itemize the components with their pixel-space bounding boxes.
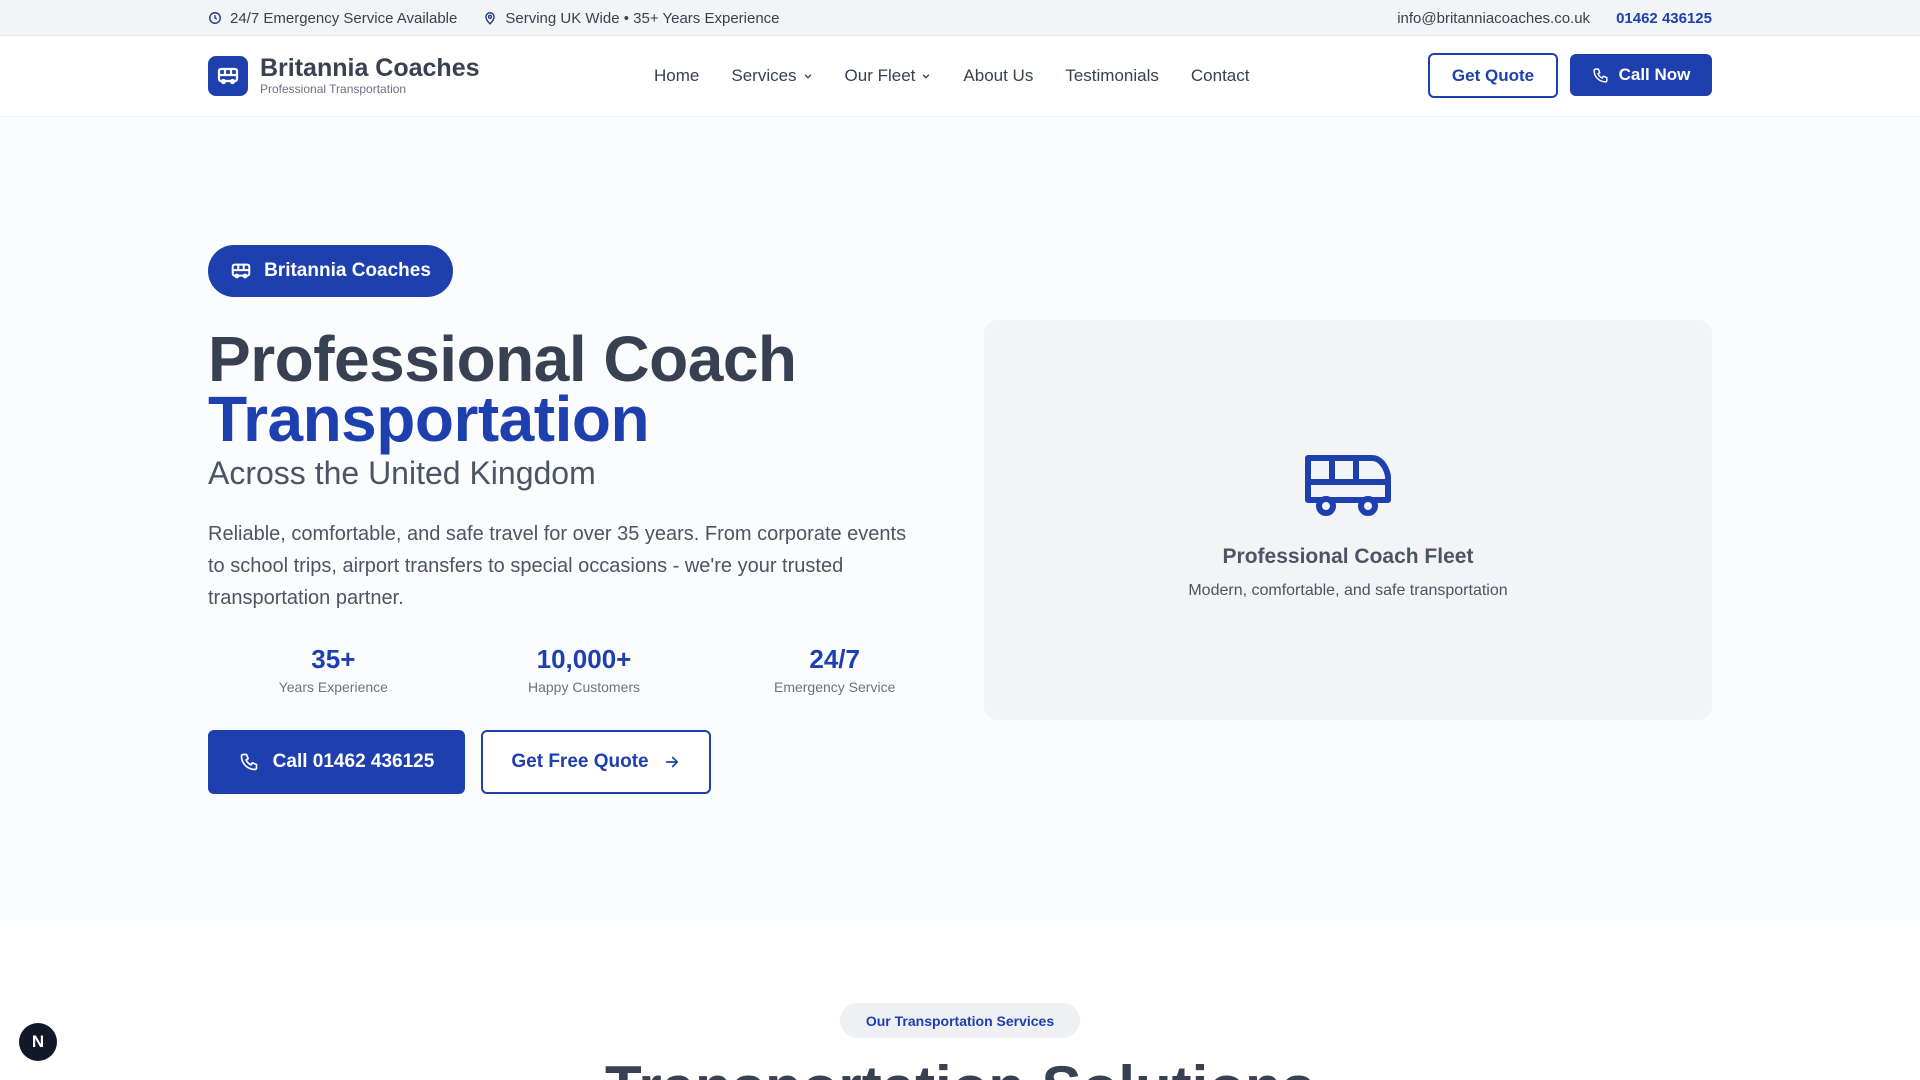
- stat-value: 10,000+: [536, 644, 632, 674]
- bus-icon: [231, 263, 251, 279]
- nav-fleet[interactable]: Our Fleet: [845, 66, 932, 86]
- services-section-pill: Our Transportation Services: [840, 1003, 1080, 1038]
- stat-label: Emergency Service: [773, 679, 896, 695]
- call-phone-button[interactable]: Call 01462 436125: [208, 730, 465, 794]
- stat-value: 35+: [311, 644, 356, 674]
- stat-value: 24/7: [809, 644, 860, 674]
- fleet-card-title: Professional Coach Fleet: [1222, 545, 1474, 568]
- nav-contact-label: Contact: [1190, 66, 1250, 85]
- nav-services-label: Services: [731, 66, 797, 85]
- nav-home[interactable]: Home: [654, 66, 699, 86]
- main-nav: Home Services Our Fleet About Us Testimo…: [654, 36, 1249, 116]
- get-quote-label: Get Quote: [1451, 65, 1535, 85]
- stat-item: 10,000+ Happy Customers: [459, 644, 710, 695]
- hero-description: Reliable, comfortable, and safe travel f…: [208, 523, 907, 609]
- call-phone-label: Call 01462 436125: [272, 751, 435, 772]
- emergency-text: 24/7 Emergency Service Available: [230, 9, 458, 27]
- nav-testimonials[interactable]: Testimonials: [1065, 66, 1159, 86]
- nav-services[interactable]: Services: [731, 66, 812, 86]
- call-now-button[interactable]: Call Now: [1570, 54, 1712, 96]
- site-header: Britannia Coaches Professional Transport…: [0, 36, 1920, 117]
- stat-item: 24/7 Emergency Service: [709, 644, 960, 695]
- hero-section: Britannia Coaches Professional Coach Tra…: [0, 117, 1920, 920]
- map-pin-icon: [485, 12, 496, 25]
- brand-tagline: Professional Transportation: [260, 82, 407, 96]
- stat-item: 35+ Years Experience: [208, 644, 459, 695]
- phone-icon: [240, 753, 258, 771]
- nav-contact[interactable]: Contact: [1191, 66, 1250, 86]
- nav-home-label: Home: [654, 66, 700, 85]
- hero-badge: Britannia Coaches: [208, 245, 453, 297]
- hero-subtitle: Across the United Kingdom: [208, 455, 596, 491]
- hero-badge-label: Britannia Coaches: [264, 260, 431, 281]
- bus-icon: [208, 56, 248, 96]
- stat-label: Happy Customers: [527, 679, 641, 695]
- emergency-notice: 24/7 Emergency Service Available: [208, 10, 457, 27]
- fleet-card-subtitle: Modern, comfortable, and safe transporta…: [1188, 582, 1508, 599]
- get-quote-button[interactable]: Get Quote: [1428, 53, 1558, 98]
- brand-logo-link[interactable]: Britannia Coaches Professional Transport…: [208, 55, 480, 97]
- coverage-text: Serving UK Wide • 35+ Years Experience: [505, 9, 780, 27]
- chevron-down-icon: [923, 74, 930, 79]
- nav-fleet-label: Our Fleet: [844, 66, 916, 85]
- phone-link[interactable]: 01462 436125: [1616, 10, 1712, 27]
- get-free-quote-button[interactable]: Get Free Quote: [481, 730, 711, 794]
- nav-about-label: About Us: [963, 66, 1034, 85]
- nav-about[interactable]: About Us: [963, 66, 1033, 86]
- hero-title-highlight: Transportation: [208, 383, 650, 455]
- nav-testimonials-label: Testimonials: [1065, 66, 1159, 85]
- dev-tools-badge[interactable]: N: [19, 1023, 57, 1061]
- top-info-bar: 24/7 Emergency Service Available Serving…: [0, 0, 1920, 36]
- chevron-down-icon: [804, 74, 811, 79]
- get-free-quote-label: Get Free Quote: [511, 751, 649, 772]
- coverage-notice: Serving UK Wide • 35+ Years Experience: [483, 9, 780, 27]
- services-section-title: Transportation Solutions: [0, 1052, 1920, 1080]
- bus-icon: [1305, 455, 1391, 516]
- clock-icon: [209, 12, 221, 24]
- arrow-right-icon: [665, 756, 678, 768]
- hero-stats: 35+ Years Experience 10,000+ Happy Custo…: [208, 644, 960, 695]
- brand-name: Britannia Coaches: [260, 54, 480, 82]
- email-link[interactable]: info@britanniacoaches.co.uk: [1397, 10, 1590, 27]
- fleet-image-card: Professional Coach Fleet Modern, comfort…: [984, 320, 1712, 720]
- call-now-label: Call Now: [1618, 65, 1691, 84]
- phone-icon: [1593, 67, 1608, 83]
- stat-label: Years Experience: [278, 679, 388, 695]
